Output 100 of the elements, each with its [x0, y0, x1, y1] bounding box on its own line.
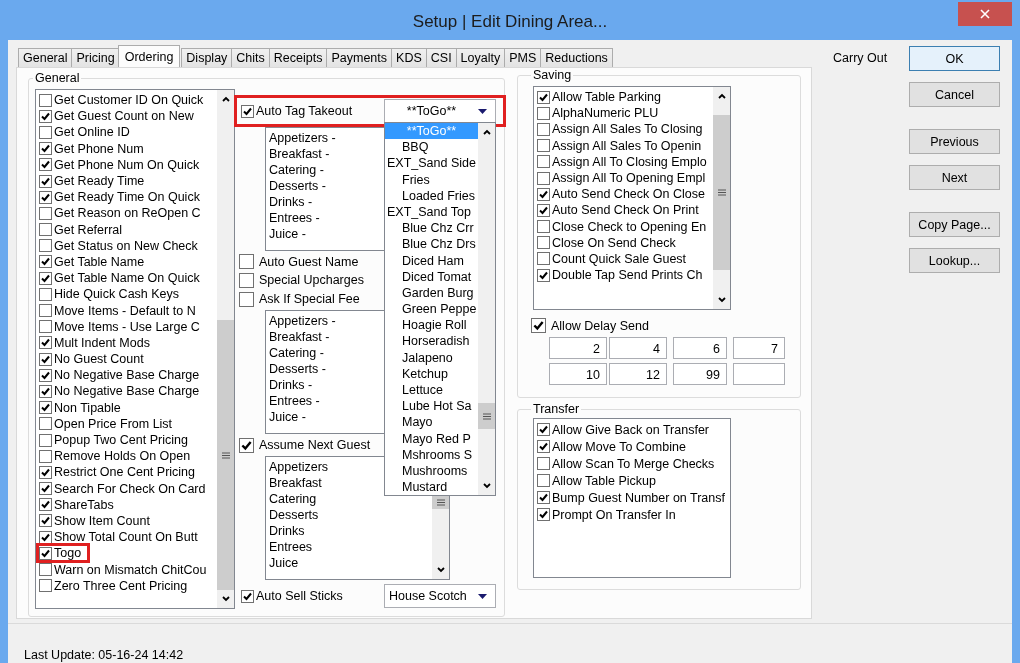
checkbox-label[interactable]: Get Status on New Check: [54, 238, 198, 253]
checkbox-label[interactable]: Auto Send Check On Print: [552, 203, 699, 218]
checkbox-label[interactable]: Allow Scan To Merge Checks: [552, 456, 715, 471]
dialog-button[interactable]: Lookup...: [909, 248, 1000, 273]
checkbox-label[interactable]: Count Quick Sale Guest: [552, 251, 687, 266]
checkbox-label[interactable]: Allow Delay Send: [551, 318, 649, 333]
checkbox-label[interactable]: Mult Indent Mods: [54, 335, 150, 350]
dropdown-option[interactable]: Lube Hot Sa: [385, 398, 478, 415]
tab[interactable]: Receipts: [268, 48, 328, 67]
checkbox-label[interactable]: Show Item Count: [54, 513, 150, 528]
list-item[interactable]: Juice: [269, 555, 432, 572]
checkbox-label[interactable]: Open Price From List: [54, 416, 173, 431]
checkbox-label[interactable]: Get Phone Num On Quick: [54, 157, 200, 172]
checkbox-label[interactable]: Assign All Sales To Closing: [552, 122, 703, 137]
dialog-button[interactable]: Cancel: [909, 82, 1000, 107]
checkbox-label[interactable]: Show Total Count On Butt: [54, 530, 198, 545]
dialog-button[interactable]: Copy Page...: [909, 212, 1000, 237]
checkbox-label[interactable]: Remove Holds On Open: [54, 449, 191, 464]
checkbox-label[interactable]: ShareTabs: [54, 497, 114, 512]
dropdown-option[interactable]: Diced Tomat: [385, 268, 478, 285]
checkbox-label[interactable]: Auto Tag Takeout: [256, 104, 353, 118]
tab[interactable]: Loyalty: [455, 48, 506, 67]
checkbox-label[interactable]: Allow Table Pickup: [552, 473, 656, 488]
dropdown-option[interactable]: Ketchup: [385, 365, 478, 382]
input-field[interactable]: 12: [609, 363, 667, 385]
tab[interactable]: Ordering: [117, 45, 181, 67]
dropdown-option[interactable]: EXT_Sand Top: [385, 203, 478, 221]
checkbox-label[interactable]: Get Customer ID On Quick: [54, 93, 204, 108]
dropdown-option[interactable]: Mayo: [385, 414, 478, 431]
checkbox-label[interactable]: Warn on Mismatch ChitCou: [54, 562, 207, 577]
tab[interactable]: KDS: [391, 48, 427, 67]
input-field[interactable]: 7: [733, 337, 785, 359]
dropdown-option[interactable]: Mshrooms S: [385, 446, 478, 463]
checkbox-label[interactable]: Zero Three Cent Pricing: [54, 578, 188, 593]
dropdown-option[interactable]: Fries: [385, 171, 478, 188]
dropdown-option[interactable]: Mayo Red P: [385, 430, 478, 447]
checkbox-label[interactable]: Move Items - Default to N: [54, 303, 196, 318]
checkbox-label[interactable]: Prompt On Transfer In: [552, 507, 676, 522]
list-item[interactable]: Entrees: [269, 539, 432, 556]
checkbox-label[interactable]: Move Items - Use Large C: [54, 319, 200, 334]
checkbox-label[interactable]: Assign All To Opening Empl: [552, 171, 706, 186]
checkbox-label[interactable]: No Guest Count: [54, 352, 144, 367]
dialog-button[interactable]: OK: [909, 46, 1000, 71]
checkbox-label[interactable]: Get Phone Num: [54, 141, 144, 156]
input-field[interactable]: 99: [673, 363, 727, 385]
checkbox-label[interactable]: Auto Sell Sticks: [256, 589, 343, 603]
checkbox-label[interactable]: Get Ready Time On Quick: [54, 190, 200, 205]
checkbox-label[interactable]: Bump Guest Number on Transf: [552, 490, 725, 505]
checkbox-label[interactable]: Auto Send Check On Close: [552, 187, 705, 202]
dropdown-option[interactable]: Mushrooms: [385, 462, 478, 480]
checkbox-label[interactable]: Get Online ID: [54, 125, 130, 140]
dropdown-option[interactable]: EXT_Sand Side: [385, 155, 478, 172]
checkbox-label[interactable]: Restrict One Cent Pricing: [54, 465, 196, 480]
checkbox-label[interactable]: No Negative Base Charge: [54, 368, 200, 383]
checkbox-label[interactable]: No Negative Base Charge: [54, 384, 200, 399]
tab[interactable]: PMS: [504, 48, 542, 67]
dropdown-option[interactable]: Diced Ham: [385, 252, 478, 269]
checkbox-label[interactable]: Assign All To Closing Emplo: [552, 154, 707, 169]
dropdown-option[interactable]: Horseradish: [385, 333, 478, 350]
checkbox-label[interactable]: Allow Table Parking: [552, 90, 661, 105]
input-field[interactable]: 6: [673, 337, 727, 359]
dropdown-option[interactable]: Loaded Fries: [385, 187, 478, 204]
tab[interactable]: Chits: [231, 48, 270, 67]
checkbox-label[interactable]: Double Tap Send Prints Ch: [552, 268, 703, 283]
checkbox-label[interactable]: Get Reason on ReOpen C: [54, 206, 201, 221]
checkbox-label[interactable]: Special Upcharges: [259, 273, 364, 288]
input-field[interactable]: 10: [549, 363, 607, 385]
checkbox-label[interactable]: Allow Give Back on Transfer: [552, 422, 709, 437]
checkbox-label[interactable]: Assume Next Guest: [259, 438, 371, 453]
checkbox-label[interactable]: AlphaNumeric PLU: [552, 106, 659, 121]
list-item[interactable]: Desserts: [269, 507, 432, 524]
checkbox-label[interactable]: Ask If Special Fee: [259, 292, 360, 306]
dropdown-option[interactable]: Garden Burg: [385, 284, 478, 302]
checkbox-label[interactable]: Get Ready Time: [54, 174, 145, 189]
checkbox-label[interactable]: Get Guest Count on New: [54, 109, 194, 124]
input-field[interactable]: 4: [609, 337, 667, 359]
checkbox-label[interactable]: Close Check to Opening En: [552, 219, 707, 234]
dialog-button[interactable]: Next: [909, 165, 1000, 190]
input-field[interactable]: 2: [549, 337, 607, 359]
checkbox-label[interactable]: Get Table Name On Quick: [54, 271, 200, 286]
checkbox-label[interactable]: Get Table Name: [54, 254, 145, 269]
checkbox-label[interactable]: Close On Send Check: [552, 235, 676, 250]
checkbox-label[interactable]: Allow Move To Combine: [552, 439, 686, 454]
dropdown-option[interactable]: Green Peppe: [385, 301, 478, 318]
tab[interactable]: CSI: [425, 48, 457, 67]
checkbox-label[interactable]: Togo: [54, 546, 82, 561]
dropdown-option[interactable]: Hoagie Roll: [385, 317, 478, 334]
tab[interactable]: Display: [181, 48, 233, 67]
tab[interactable]: Pricing: [71, 48, 120, 67]
checkbox-label[interactable]: Popup Two Cent Pricing: [54, 433, 188, 448]
checkbox-label[interactable]: Hide Quick Cash Keys: [54, 287, 180, 302]
dropdown-option[interactable]: Blue Chz Crr: [385, 220, 478, 237]
dialog-button[interactable]: Previous: [909, 129, 1000, 154]
tab[interactable]: Payments: [326, 48, 393, 67]
dropdown-option[interactable]: Blue Chz Drs: [385, 236, 478, 253]
dropdown[interactable]: **ToGo**: [384, 99, 496, 123]
checkbox-label[interactable]: Get Referral: [54, 222, 123, 237]
tab[interactable]: Reductions: [540, 48, 613, 67]
checkbox-label[interactable]: Auto Guest Name: [259, 254, 359, 269]
dropdown[interactable]: House Scotch: [384, 584, 496, 608]
